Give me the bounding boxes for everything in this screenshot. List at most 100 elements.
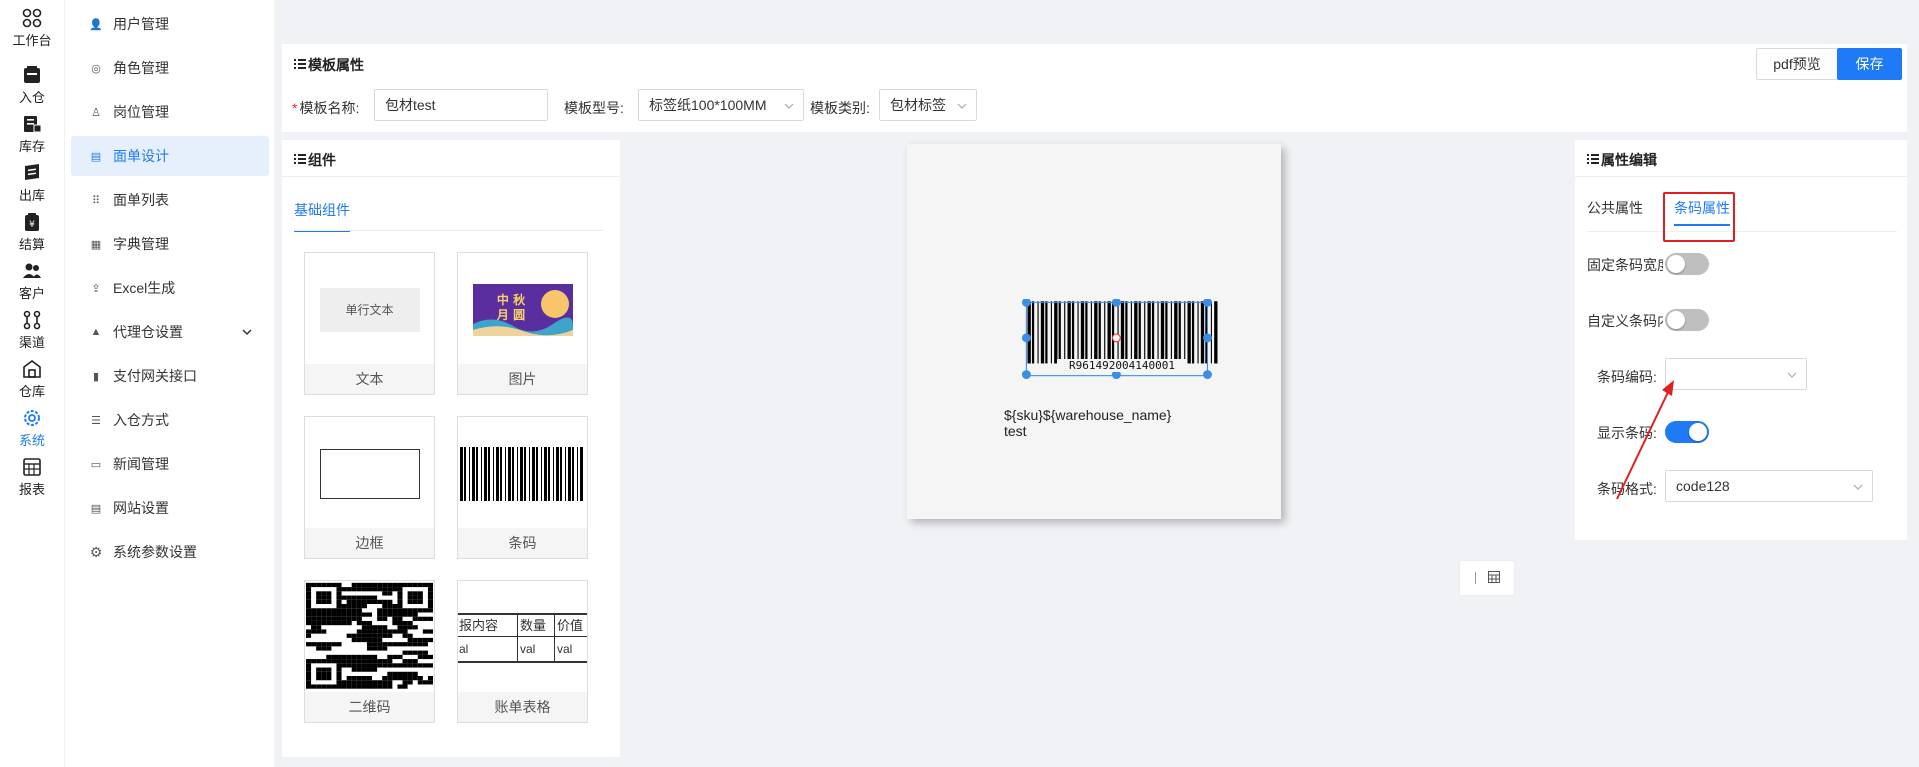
component-label: 二维码	[305, 692, 434, 722]
component-label: 条码	[458, 528, 587, 558]
inbound-method-icon: ☰	[91, 414, 101, 427]
rail-channel[interactable]: 渠道	[0, 302, 64, 358]
design-canvas[interactable]: R961492004140001 ${sku}${warehouse_name}…	[907, 144, 1281, 519]
save-button[interactable]: 保存	[1837, 48, 1902, 80]
border-preview	[319, 448, 420, 499]
component-text[interactable]: 单行文本 文本	[304, 252, 435, 395]
agent-warehouse-icon: ▲	[90, 326, 102, 338]
props-title: 属性编辑	[1587, 150, 1657, 170]
main-content: 模板属性 pdf预览 保存 * 模板名称: 包材test 模板型号: 标签纸100…	[282, 44, 1913, 767]
menu-item-payment-gateway[interactable]: ▮ 支付网关接口	[71, 356, 269, 396]
menu-item-website[interactable]: ▤ 网站设置	[71, 488, 269, 528]
chevron-down-icon	[783, 99, 795, 115]
canvas-text-element[interactable]: ${sku}${warehouse_name} test	[1004, 407, 1171, 439]
svg-text:¥: ¥	[29, 220, 35, 230]
menu-item-inbound-method[interactable]: ☰ 入仓方式	[71, 400, 269, 440]
menu-label: 面单设计	[113, 148, 169, 164]
component-qrcode[interactable]: 二维码	[304, 580, 435, 723]
rail-system[interactable]: 系统	[0, 400, 64, 456]
fixed-width-toggle[interactable]	[1665, 253, 1709, 275]
components-title: 组件	[294, 150, 336, 170]
rail-label: 仓库	[18, 383, 45, 399]
barcode-preview	[460, 446, 583, 501]
rail-warehouse[interactable]: 仓库	[0, 351, 64, 407]
custom-content-toggle[interactable]	[1665, 309, 1709, 331]
format-select[interactable]: code128	[1665, 470, 1873, 502]
menu-item-form-list[interactable]: ⠿ 面单列表	[71, 180, 269, 220]
component-label: 边框	[305, 528, 434, 558]
rail-settlement[interactable]: ¥ 结算	[0, 204, 64, 260]
template-category-value: 包材标签	[890, 97, 946, 113]
menu-label: 入仓方式	[113, 412, 169, 428]
canvas-text-line1: ${sku}${warehouse_name}	[1004, 407, 1172, 423]
menu-label: 用户管理	[113, 16, 169, 32]
template-model-value: 标签纸100*100MM	[649, 97, 767, 113]
components-panel: 组件 基础组件 单行文本 文本 中 秋 月 圆 图片 边框 条码 二维码 报内容…	[282, 140, 620, 757]
component-barcode[interactable]: 条码	[457, 416, 588, 559]
rail-workbench[interactable]: 工作台	[0, 0, 64, 56]
menu-item-agent-warehouse[interactable]: ▲ 代理仓设置	[71, 312, 269, 352]
template-category-label: 模板类别:	[810, 100, 870, 116]
canvas-toolbar	[1459, 560, 1515, 596]
canvas-barcode-element[interactable]: R961492004140001	[1017, 297, 1239, 379]
bill-table-preview: 报内容 数量 价值 al val val	[458, 613, 587, 665]
text-preview: 单行文本	[319, 287, 420, 332]
template-name-label: * 模板名称:	[292, 100, 360, 116]
rail-label: 结算	[18, 236, 45, 252]
dictionary-icon: ▦	[90, 238, 102, 251]
component-border[interactable]: 边框	[304, 416, 435, 559]
highlight-box	[1663, 192, 1735, 242]
side-menu: 👤 用户管理 ◎ 角色管理 ♙ 岗位管理 ▤ 面单设计 ⠿ 面单列表 ▦ 字典管…	[64, 0, 274, 767]
fixed-width-label: 固定条码宽度	[1587, 257, 1663, 273]
tab-common-properties[interactable]: 公共属性	[1587, 198, 1643, 218]
channel-icon	[22, 310, 42, 330]
rail-inbound[interactable]: 入仓	[0, 57, 64, 113]
menu-label: 角色管理	[113, 60, 169, 76]
menu-item-news[interactable]: ▭ 新闻管理	[71, 444, 269, 484]
component-image[interactable]: 中 秋 月 圆 图片	[457, 252, 588, 395]
pdf-preview-button[interactable]: pdf预览	[1756, 48, 1838, 80]
icon-rail: 工作台 入仓 库存 出库 ¥ 结算 客户 渠道 仓库 系统 报表	[0, 0, 64, 767]
post-icon: ♙	[91, 106, 101, 119]
system-gear-icon	[22, 408, 42, 428]
template-model-select[interactable]: 标签纸100*100MM	[638, 89, 804, 121]
menu-label: 字典管理	[113, 236, 169, 252]
menu-item-dictionary[interactable]: ▦ 字典管理	[71, 224, 269, 264]
rail-report[interactable]: 报表	[0, 449, 64, 505]
template-header: 模板属性 pdf预览 保存	[282, 44, 1907, 82]
role-icon: ◎	[91, 62, 101, 75]
chevron-down-icon	[1786, 368, 1798, 384]
settlement-icon: ¥	[22, 212, 42, 232]
rail-customers[interactable]: 客户	[0, 253, 64, 309]
rail-inventory[interactable]: 库存	[0, 106, 64, 162]
svg-text:中 秋: 中 秋	[496, 292, 525, 307]
rail-label: 系统	[18, 432, 45, 448]
tab-basic-components[interactable]: 基础组件	[294, 200, 350, 232]
page-title: 模板属性	[294, 55, 364, 75]
website-icon: ▤	[90, 502, 102, 515]
rail-label: 渠道	[18, 334, 45, 350]
component-bill-table[interactable]: 报内容 数量 价值 al val val 账单表格	[457, 580, 588, 723]
component-label: 文本	[305, 364, 434, 394]
rail-outbound[interactable]: 出库	[0, 155, 64, 211]
outbound-icon	[22, 163, 42, 183]
menu-label: 岗位管理	[113, 104, 169, 120]
menu-item-role-management[interactable]: ◎ 角色管理	[71, 48, 269, 88]
rail-label: 报表	[18, 481, 45, 497]
payment-icon: ▮	[92, 370, 100, 383]
menu-item-user-management[interactable]: 👤 用户管理	[71, 4, 269, 44]
table-grid-icon[interactable]	[1487, 570, 1500, 586]
template-category-select[interactable]: 包材标签	[879, 89, 977, 121]
form-list-icon: ⠿	[91, 194, 101, 207]
list-icon	[294, 57, 306, 73]
svg-text:月 圆: 月 圆	[495, 308, 524, 322]
component-label: 图片	[458, 364, 587, 394]
customers-icon	[22, 261, 42, 281]
menu-item-form-design[interactable]: ▤ 面单设计	[71, 136, 269, 176]
encoding-select[interactable]	[1665, 358, 1807, 390]
menu-item-post-management[interactable]: ♙ 岗位管理	[71, 92, 269, 132]
menu-item-system-params[interactable]: ⚙ 系统参数设置	[71, 532, 269, 572]
menu-item-excel[interactable]: ⇪ Excel生成	[71, 268, 269, 308]
chevron-down-icon	[956, 99, 968, 115]
template-name-input[interactable]: 包材test	[374, 89, 548, 121]
